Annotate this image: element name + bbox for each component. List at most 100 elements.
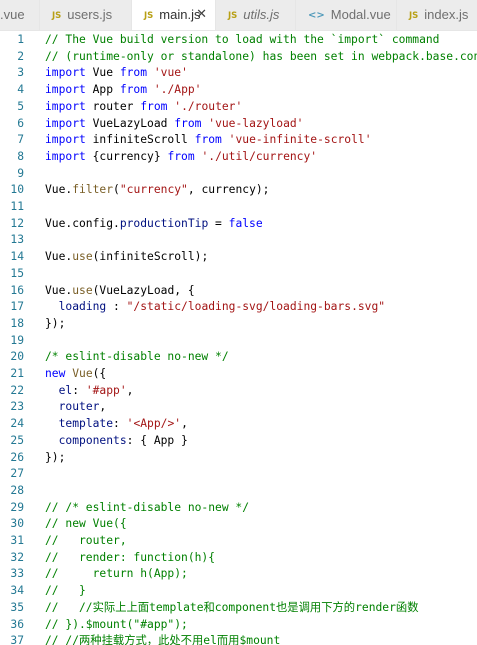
code-line[interactable]: 28 — [0, 483, 477, 499]
code-line[interactable]: 33 // return h(App); — [0, 566, 477, 582]
code-line[interactable]: 19 — [0, 333, 477, 349]
code-token: './App' — [153, 83, 202, 97]
code-token: , currency); — [187, 183, 270, 197]
code-line[interactable]: 27 — [0, 466, 477, 482]
code-line[interactable]: 6 import VueLazyLoad from 'vue-lazyload' — [0, 116, 477, 132]
line-number: 27 — [10, 467, 24, 481]
line-number: 22 — [10, 383, 24, 397]
code-token: 'vue-infinite-scroll' — [228, 133, 372, 147]
line-number: 33 — [10, 567, 24, 581]
code-token: : — [106, 300, 127, 314]
code-token: import — [45, 116, 86, 130]
code-line[interactable]: 35 // //实际上上面template和component也是调用下方的ren… — [0, 600, 477, 616]
code-line[interactable]: 17 loading : "/static/loading-svg/loadin… — [0, 299, 477, 315]
code-token: productionTip — [119, 216, 209, 230]
code-text: import Vue from 'vue' — [45, 65, 188, 81]
code-line[interactable]: 23 router, — [0, 399, 477, 415]
line-number: 18 — [10, 316, 24, 330]
code-text: Vue.use(VueLazyLoad, { — [45, 283, 195, 299]
code-token: , — [126, 383, 134, 397]
tab-vue-file[interactable]: .vue — [0, 0, 40, 30]
code-line[interactable]: 1 // The Vue build version to load with t… — [0, 32, 477, 48]
code-line[interactable]: 15 — [0, 266, 477, 282]
code-token: from — [140, 99, 168, 113]
code-token: (VueLazyLoad, { — [92, 283, 195, 297]
code-token: infiniteScroll — [85, 133, 195, 147]
code-line[interactable]: 20 /* eslint-disable no-new */ — [0, 349, 477, 365]
code-line[interactable]: 31 // router, — [0, 533, 477, 549]
code-text: }); — [45, 450, 65, 466]
code-line[interactable]: 22 el: '#app', — [0, 383, 477, 399]
line-number: 26 — [10, 450, 24, 464]
code-token: // //实际上上面template和component也是调用下方的rende… — [45, 600, 419, 614]
code-line[interactable]: 11 — [0, 199, 477, 215]
code-line[interactable]: 34 // } — [0, 583, 477, 599]
code-token: // The Vue build version to load with th… — [45, 33, 440, 46]
code-line[interactable]: 21 new Vue({ — [0, 366, 477, 382]
line-number: 23 — [10, 400, 24, 414]
code-token: Vue. — [45, 250, 73, 264]
line-number: 36 — [10, 617, 24, 631]
code-line[interactable]: 3 import Vue from 'vue' — [0, 65, 477, 81]
tab-utils-js[interactable]: JS utils.js — [216, 0, 296, 30]
code-token: router — [58, 400, 100, 414]
code-line[interactable]: 29 // /* eslint-disable no-new */ — [0, 500, 477, 516]
code-line[interactable]: 14 Vue.use(infiniteScroll); — [0, 249, 477, 265]
tab-index-js[interactable]: JS index.js — [397, 0, 477, 30]
code-line[interactable]: 13 — [0, 232, 477, 248]
code-token: // }).$mount("#app"); — [45, 617, 188, 631]
code-line[interactable]: 4 import App from './App' — [0, 82, 477, 98]
code-line[interactable]: 37 // //两种挂载方式，此处不用el而用$mount — [0, 633, 477, 645]
tab-label: users.js — [67, 7, 113, 22]
line-number: 6 — [17, 116, 24, 130]
code-token: }); — [45, 316, 66, 330]
code-token: : { App } — [126, 433, 188, 447]
code-token: './util/currency' — [201, 149, 318, 163]
code-line[interactable]: 25 components: { App } — [0, 433, 477, 449]
code-token: // (runtime-only or standalone) has been… — [45, 49, 477, 63]
code-line[interactable]: 10 Vue.filter("currency", currency); — [0, 182, 477, 198]
code-token: 'vue-lazyload' — [208, 116, 304, 130]
tab-label: index.js — [424, 7, 469, 22]
code-line[interactable]: 24 template: '<App/>', — [0, 416, 477, 432]
code-token: /* eslint-disable no-new */ — [45, 350, 229, 364]
close-icon[interactable]: ✕ — [196, 0, 207, 30]
code-token: el — [58, 383, 73, 397]
code-line[interactable]: 8 import {currency} from './util/currency… — [0, 149, 477, 165]
code-token: , — [99, 400, 107, 414]
tab-main-js[interactable]: JS main.js ✕ — [132, 0, 216, 30]
code-line[interactable]: 12 Vue.config.productionTip = false — [0, 216, 477, 232]
code-token: // new Vue({ — [45, 517, 127, 531]
code-line[interactable]: 36 // }).$mount("#app"); — [0, 617, 477, 633]
code-token: '<App/>' — [126, 417, 182, 431]
code-token: from — [174, 116, 202, 130]
code-line[interactable]: 26}); — [0, 450, 477, 466]
tab-modal-vue[interactable]: <> Modal.vue — [296, 0, 397, 30]
code-token: "currency" — [119, 183, 188, 197]
code-line[interactable]: 18}); — [0, 316, 477, 332]
line-number: 17 — [10, 300, 24, 314]
code-line[interactable]: 30 // new Vue({ — [0, 516, 477, 532]
code-token: template — [58, 417, 114, 431]
vue-file-icon: <> — [308, 10, 325, 21]
code-token: './router' — [174, 99, 243, 113]
code-editor[interactable]: 1 // The Vue build version to load with t… — [0, 31, 477, 645]
code-token: // router, — [45, 534, 127, 547]
code-line[interactable]: 2 // (runtime-only or standalone) has bee… — [0, 49, 477, 65]
line-number: 14 — [10, 250, 24, 264]
js-file-icon: JS — [409, 11, 419, 21]
code-line[interactable]: 9 — [0, 166, 477, 182]
code-line[interactable]: 5 import router from './router' — [0, 99, 477, 115]
code-line[interactable]: 32 // render: function(h){ — [0, 550, 477, 566]
code-token: import — [45, 149, 86, 163]
code-token: Vue — [72, 367, 93, 380]
code-text: // //两种挂载方式，此处不用el而用$mount — [45, 633, 280, 645]
code-text: // }).$mount("#app"); — [45, 617, 188, 633]
line-number: 10 — [10, 183, 24, 197]
code-text: }); — [45, 316, 65, 332]
code-line[interactable]: 16 Vue.use(VueLazyLoad, { — [0, 283, 477, 299]
code-token: Vue — [85, 66, 120, 80]
tab-users-js[interactable]: JS users.js — [40, 0, 132, 30]
code-line[interactable]: 7 import infiniteScroll from 'vue-infinit… — [0, 132, 477, 148]
